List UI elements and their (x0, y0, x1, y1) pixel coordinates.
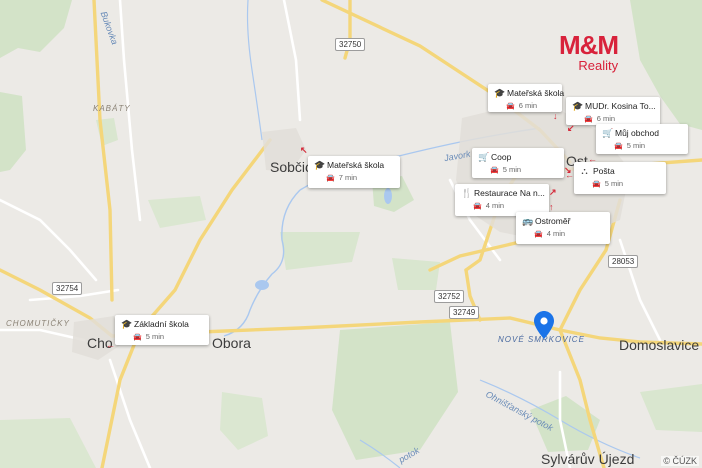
town-label-sylvaruv-ujezd: Sylvárův Újezd (541, 451, 635, 467)
poi-card-muj-obchod[interactable]: 🛒 Můj obchod 🚘 5 min (596, 124, 688, 154)
poi-pointer-arrow: ↗ (549, 187, 557, 197)
poi-travel-time: 6 min (596, 114, 616, 123)
poi-card-ostromer-bus[interactable]: 🚌 Ostroměř 🚘 4 min (516, 212, 610, 244)
poi-name: Pošta (593, 166, 615, 176)
car-icon: 🚘 (133, 333, 142, 341)
poi-name: Coop (491, 152, 512, 162)
road-number-badge: 32749 (449, 306, 480, 319)
locality-label-kabaty: KABÁTY (93, 104, 131, 113)
poi-name: Mateřská škola (327, 160, 385, 170)
poi-travel-time: 4 min (485, 201, 505, 210)
poi-pointer-arrow: ↓ (553, 111, 558, 121)
poi-pointer-arrow: ↑ (549, 202, 554, 212)
fork-knife-icon: 🍴 (461, 187, 473, 198)
poi-card-zakladni-skola[interactable]: 🎓 Základní škola 🚘 5 min (115, 315, 209, 345)
cart-icon: 🛒 (602, 127, 614, 138)
poi-name: Základní škola (134, 319, 189, 329)
poi-card-posta[interactable]: ⛬ Pošta 🚘 5 min (574, 162, 666, 194)
poi-card-materska-skola[interactable]: 🎓 Mateřská škola 🚘 6 min (488, 84, 565, 112)
car-icon: 🚘 (490, 166, 499, 174)
poi-card-mudr-kosina[interactable]: 🎓 MUDr. Kosina To... 🚘 6 min (566, 97, 660, 125)
cart-icon: 🛒 (478, 151, 490, 162)
poi-pointer-arrow: ↖ (300, 145, 308, 155)
poi-travel-time: 5 min (502, 165, 522, 174)
poi-name: Můj obchod (615, 128, 659, 138)
poi-travel-time: 5 min (626, 141, 646, 150)
car-icon: 🚘 (473, 202, 482, 210)
property-location-pin-icon[interactable] (534, 311, 554, 339)
logo-brand-text: M&M (559, 30, 619, 60)
bus-icon: 🚌 (522, 215, 534, 226)
poi-travel-time: 6 min (518, 101, 538, 110)
car-icon: 🚘 (614, 142, 623, 150)
poi-name: Restaurace Na n... (474, 188, 545, 198)
poi-travel-time: 5 min (604, 179, 624, 188)
poi-pointer-arrow: ← (565, 170, 574, 180)
map-canvas[interactable]: Sobčice Obora Cho Domoslavice Sylvárův Ú… (0, 0, 702, 468)
car-icon: 🚘 (506, 102, 515, 110)
car-icon: 🚘 (592, 180, 601, 188)
forest-area (392, 258, 440, 290)
road-number-badge: 32750 (335, 38, 366, 51)
graduation-cap-icon: 🎓 (314, 159, 326, 170)
road-number-badge: 32754 (52, 282, 83, 295)
graduation-cap-icon: 🎓 (572, 100, 584, 111)
town-label-obora: Obora (212, 335, 251, 351)
town-label-domoslavice: Domoslavice (619, 337, 700, 353)
mm-reality-logo: M&M Reality (559, 30, 619, 73)
post-office-icon: ⛬ (581, 165, 588, 176)
car-icon: 🚘 (534, 230, 543, 238)
poi-travel-time: 5 min (145, 332, 165, 341)
car-icon: 🚘 (326, 174, 335, 182)
poi-name: Mateřská škola (507, 88, 565, 98)
poi-travel-time: 4 min (546, 229, 566, 238)
poi-travel-time: 7 min (338, 173, 358, 182)
poi-card-coop[interactable]: 🛒 Coop 🚘 5 min (472, 148, 564, 178)
logo-subtitle-text: Reality (578, 58, 619, 73)
poi-pointer-arrow: ← (106, 340, 115, 350)
locality-label-chomuticky: CHOMUTIČKY (6, 319, 70, 328)
poi-card-materska-skola-sobcice[interactable]: 🎓 Mateřská škola 🚘 7 min (308, 156, 400, 188)
poi-pointer-arrow: ↙ (567, 123, 575, 133)
poi-name: Ostroměř (535, 216, 571, 226)
car-icon: 🚘 (584, 115, 593, 123)
road-number-badge: 32752 (434, 290, 465, 303)
map-copyright: © ČÚZK (661, 456, 699, 466)
road-number-badge: 28053 (608, 255, 639, 268)
graduation-cap-icon: 🎓 (494, 87, 506, 98)
graduation-cap-icon: 🎓 (121, 318, 133, 329)
poi-name: MUDr. Kosina To... (585, 101, 656, 111)
